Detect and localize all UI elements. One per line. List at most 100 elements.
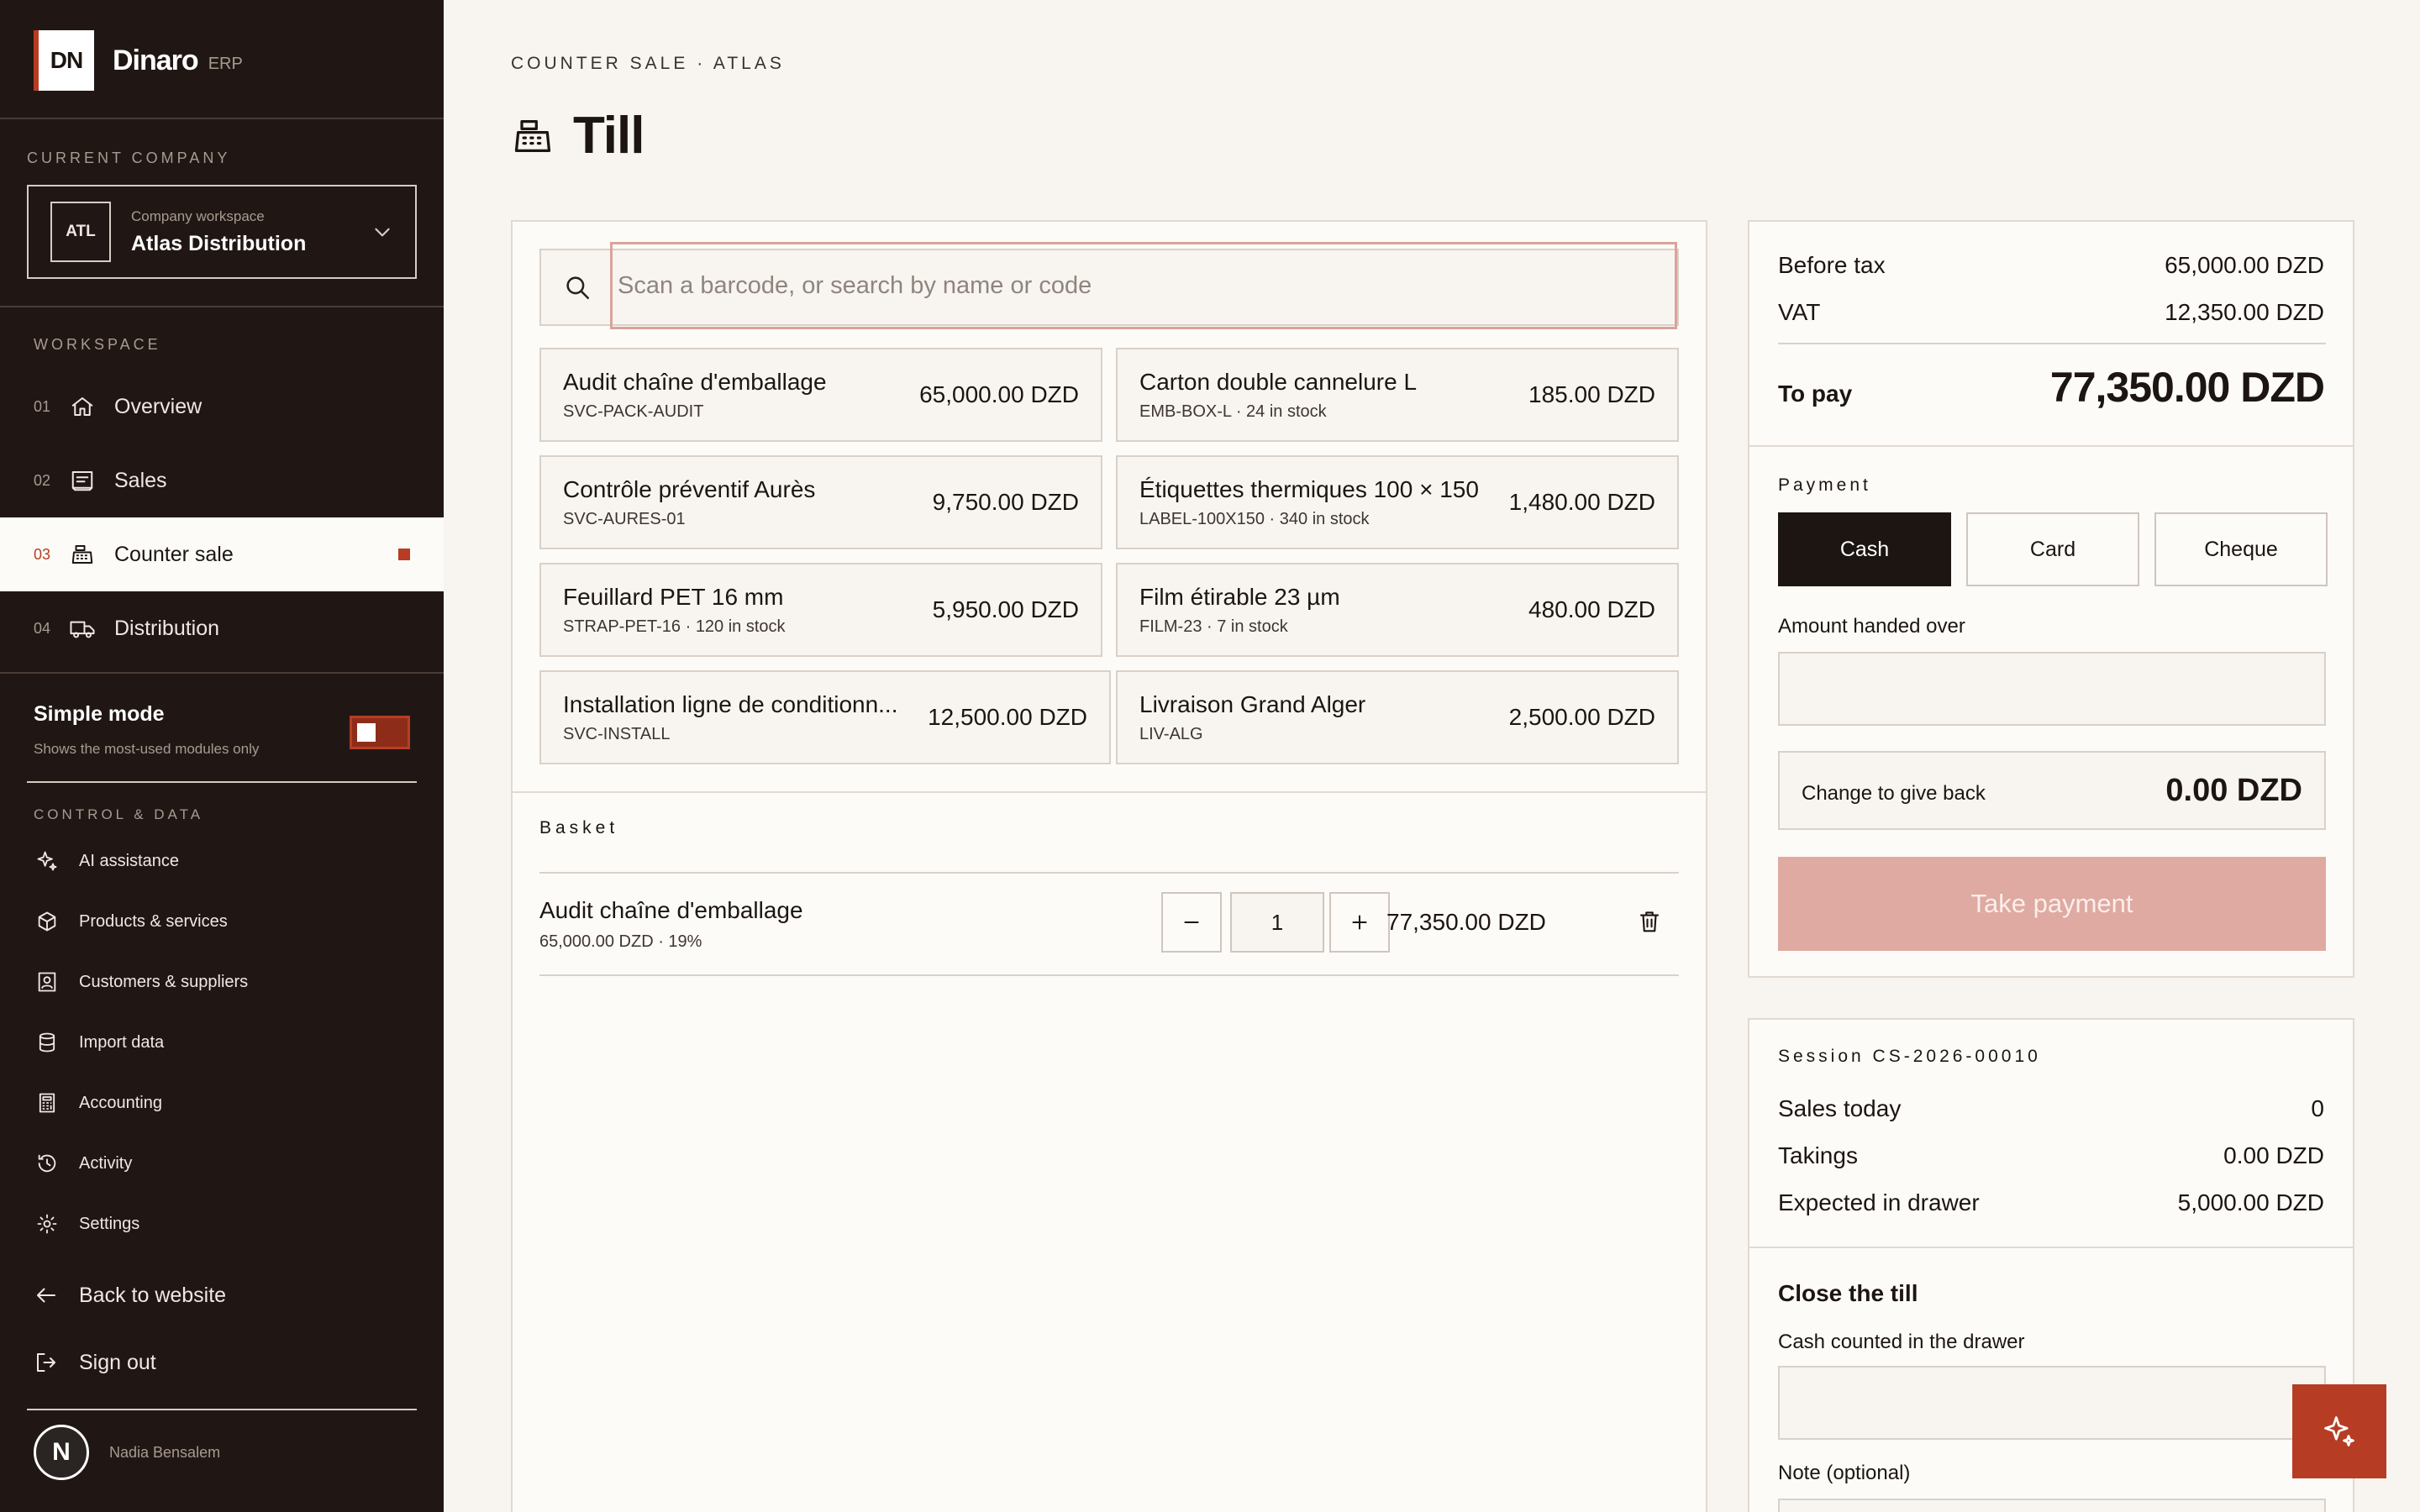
- receipt-icon: [67, 468, 97, 493]
- sidebar-item-customers-suppliers[interactable]: Customers & suppliers: [34, 965, 248, 999]
- cash-register-icon: [511, 114, 555, 158]
- nav-label: AI assistance: [79, 851, 179, 870]
- change-label: Change to give back: [1802, 782, 1986, 805]
- avatar-initial: N: [52, 1438, 71, 1466]
- product-card[interactable]: Étiquettes thermiques 100 × 150 LABEL-100…: [1116, 455, 1679, 549]
- product-card[interactable]: Installation ligne de conditionn... SVC-I…: [539, 670, 1111, 764]
- product-card[interactable]: Feuillard PET 16 mm STRAP-PET-16 · 120 in…: [539, 563, 1102, 657]
- sidebar-item-import-data[interactable]: Import data: [34, 1026, 164, 1059]
- product-price: 65,000.00 DZD: [919, 381, 1079, 407]
- company-name: Atlas Distribution: [131, 231, 307, 255]
- product-info: Feuillard PET 16 mm STRAP-PET-16 · 120 in…: [563, 584, 923, 637]
- change-value: 0.00 DZD: [2165, 772, 2302, 808]
- company-text: Company workspace Atlas Distribution: [131, 208, 371, 256]
- cash-counted-input[interactable]: [1778, 1366, 2326, 1440]
- product-meta: SVC-AURES-01: [563, 509, 686, 528]
- product-name: Installation ligne de conditionn...: [563, 690, 898, 717]
- sidebar-item-overview[interactable]: 01 Overview: [0, 370, 444, 444]
- panel-divider: [1749, 1247, 2353, 1248]
- gear-icon: [34, 1212, 60, 1236]
- sales-today-label: Sales today: [1778, 1095, 1902, 1121]
- ai-assistant-button[interactable]: [2292, 1384, 2386, 1478]
- basket-line-total: 77,350.00 DZD: [1386, 909, 1546, 935]
- trash-icon[interactable]: [1637, 909, 1662, 934]
- chevron-down-icon: [371, 221, 393, 243]
- sales-today-row: Sales today 0: [1778, 1095, 2324, 1122]
- user-profile[interactable]: N Nadia Bensalem: [34, 1425, 220, 1480]
- product-card[interactable]: Carton double cannelure L EMB-BOX-L · 24 …: [1116, 348, 1679, 442]
- increase-quantity-button[interactable]: [1329, 892, 1390, 953]
- basket-divider: [539, 872, 1679, 874]
- home-icon: [67, 394, 97, 419]
- payment-method-card[interactable]: Card: [1966, 512, 2139, 586]
- payment-method-cash[interactable]: Cash: [1778, 512, 1951, 586]
- nav-number: 02: [34, 471, 51, 489]
- nav-number: 03: [34, 545, 51, 563]
- avatar: N: [34, 1425, 89, 1480]
- company-switcher[interactable]: ATL Company workspace Atlas Distribution: [27, 185, 417, 279]
- to-pay-value: 77,350.00 DZD: [2049, 364, 2325, 411]
- vat-value: 12,350.00 DZD: [2165, 299, 2324, 325]
- take-payment-button[interactable]: Take payment: [1778, 857, 2326, 951]
- before-tax-value: 65,000.00 DZD: [2165, 252, 2324, 278]
- sidebar-item-distribution[interactable]: 04 Distribution: [0, 591, 444, 665]
- panel-divider: [513, 791, 1706, 793]
- product-card[interactable]: Livraison Grand Alger LIV-ALG 2,500.00 DZ…: [1116, 670, 1679, 764]
- takings-value: 0.00 DZD: [2223, 1142, 2324, 1168]
- decrease-quantity-button[interactable]: [1161, 892, 1222, 953]
- product-price: 480.00 DZD: [1528, 596, 1655, 622]
- back-to-website-link[interactable]: Back to website: [34, 1277, 226, 1314]
- product-meta: SVC-INSTALL: [563, 724, 671, 743]
- product-card[interactable]: Contrôle préventif Aurès SVC-AURES-01 9,7…: [539, 455, 1102, 549]
- company-sub: Company workspace: [131, 207, 265, 224]
- product-price: 5,950.00 DZD: [932, 596, 1079, 622]
- amount-handed-input[interactable]: [1778, 652, 2326, 726]
- sidebar-item-products-services[interactable]: Products & services: [34, 905, 228, 938]
- session-panel: Session CS-2026-00010 Sales today 0 Taki…: [1748, 1018, 2354, 1512]
- sidebar-item-counter-sale[interactable]: 03 Counter sale: [0, 517, 444, 591]
- note-input[interactable]: [1778, 1499, 2326, 1512]
- cash-counted-label: Cash counted in the drawer: [1778, 1331, 2025, 1353]
- control-data-label: CONTROL & DATA: [34, 806, 204, 822]
- search-input[interactable]: [610, 242, 1677, 329]
- product-name: Carton double cannelure L: [1139, 368, 1418, 395]
- sign-out-link[interactable]: Sign out: [34, 1344, 156, 1381]
- totals-divider: [1778, 343, 2326, 344]
- nav-label: Activity: [79, 1153, 133, 1173]
- brand-logo: DN: [34, 30, 94, 91]
- company-badge: ATL: [50, 202, 111, 262]
- before-tax-row: Before tax 65,000.00 DZD: [1778, 252, 2324, 279]
- sidebar: DN Dinaro ERP CURRENT COMPANY ATL Compan…: [0, 0, 444, 1512]
- sidebar-item-ai-assistance[interactable]: AI assistance: [34, 844, 179, 878]
- sidebar-item-accounting[interactable]: Accounting: [34, 1086, 162, 1120]
- sparkle-icon: [34, 849, 60, 873]
- product-price: 9,750.00 DZD: [932, 489, 1079, 515]
- nav-label: Counter sale: [114, 542, 234, 566]
- product-card[interactable]: Film étirable 23 µm FILM-23 · 7 in stock …: [1116, 563, 1679, 657]
- sidebar-item-settings[interactable]: Settings: [34, 1207, 139, 1241]
- product-info: Audit chaîne d'emballage SVC-PACK-AUDIT: [563, 369, 909, 422]
- product-name: Film étirable 23 µm: [1139, 583, 1340, 610]
- sign-out-label: Sign out: [79, 1350, 156, 1374]
- sidebar-item-activity[interactable]: Activity: [34, 1147, 132, 1180]
- sidebar-divider: [27, 1409, 417, 1410]
- takings-row: Takings 0.00 DZD: [1778, 1142, 2324, 1169]
- simple-mode-toggle[interactable]: [350, 716, 410, 749]
- note-label: Note (optional): [1778, 1462, 1911, 1484]
- product-meta: EMB-BOX-L · 24 in stock: [1139, 402, 1327, 421]
- basket-divider: [539, 974, 1679, 976]
- quantity-field[interactable]: 1: [1230, 892, 1324, 953]
- product-price: 185.00 DZD: [1528, 381, 1655, 407]
- payment-method-cheque[interactable]: Cheque: [2154, 512, 2328, 586]
- brand-name: Dinaro: [113, 44, 199, 76]
- plus-icon: [1352, 915, 1367, 930]
- brand[interactable]: DN Dinaro ERP: [34, 30, 243, 91]
- database-icon: [34, 1031, 60, 1054]
- nav-label: Customers & suppliers: [79, 972, 249, 991]
- product-meta: FILM-23 · 7 in stock: [1139, 617, 1288, 636]
- sidebar-item-sales[interactable]: 02 Sales: [0, 444, 444, 517]
- product-card[interactable]: Audit chaîne d'emballage SVC-PACK-AUDIT 6…: [539, 348, 1102, 442]
- nav-label: Sales: [114, 468, 167, 492]
- nav-label: Products & services: [79, 911, 228, 931]
- product-search[interactable]: [539, 242, 1679, 329]
